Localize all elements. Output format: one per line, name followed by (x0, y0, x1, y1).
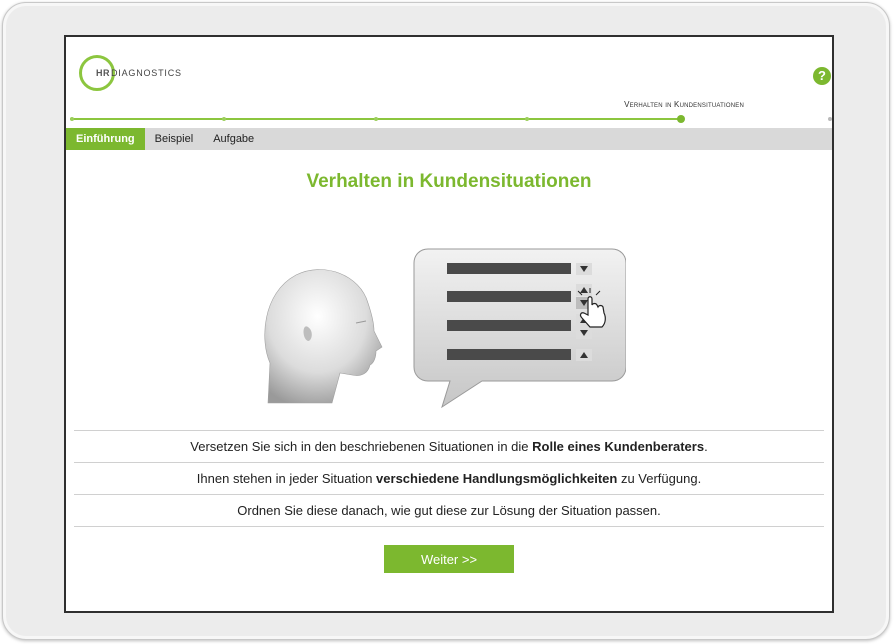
instruction-text: Ihnen stehen in jeder Situation (196, 471, 377, 486)
progress-step-label: Verhalten in Kundensituationen (624, 100, 744, 109)
instruction-text: Versetzen Sie sich in den beschriebenen … (190, 439, 533, 454)
logo-mark: HR (96, 68, 110, 78)
next-button[interactable]: Weiter >> (384, 545, 514, 573)
progress-dot (374, 117, 378, 121)
tablet-frame: HR DIAGNOSTICS ? Verhalten in Kundensitu… (2, 2, 890, 640)
instruction-line-3: Ordnen Sie diese danach, wie gut diese z… (66, 503, 832, 518)
logo-text: DIAGNOSTICS (111, 68, 182, 78)
divider (74, 526, 824, 527)
progress-dot (70, 117, 74, 121)
progress-dot (525, 117, 529, 121)
divider (74, 430, 824, 431)
head-illustration (264, 269, 383, 404)
tab-beispiel[interactable]: Beispiel (145, 128, 204, 150)
progress-dot-future (828, 117, 832, 121)
divider (74, 494, 824, 495)
instruction-line-1: Versetzen Sie sich in den beschriebenen … (66, 439, 832, 454)
tab-bar: Einführung Beispiel Aufgabe (66, 128, 832, 150)
progress-dot (222, 117, 226, 121)
progress-track (70, 115, 832, 123)
app-screen: HR DIAGNOSTICS ? Verhalten in Kundensitu… (64, 35, 834, 613)
ranking-illustration (264, 248, 626, 409)
instruction-text: zu Verfügung. (617, 471, 702, 486)
instruction-text: . (704, 439, 708, 454)
instruction-line-2: Ihnen stehen in jeder Situation verschie… (66, 471, 832, 486)
progress-dot-current (677, 115, 685, 123)
divider (74, 462, 824, 463)
instruction-emphasis: verschiedene Handlungsmöglichkeiten (376, 471, 618, 486)
logo-ring: HR (79, 55, 115, 91)
page-title: Verhalten in Kundensituationen (306, 171, 592, 192)
tab-einfuehrung[interactable]: Einführung (66, 128, 145, 150)
speech-bubble-ranking (413, 248, 626, 409)
tab-aufgabe[interactable]: Aufgabe (203, 128, 264, 150)
instruction-emphasis: Rolle eines Kundenberaters (532, 439, 705, 454)
hr-diagnostics-logo: HR DIAGNOSTICS (79, 55, 182, 91)
help-icon[interactable]: ? (813, 67, 831, 85)
instruction-text: Ordnen Sie diese danach, wie gut diese z… (237, 503, 661, 518)
